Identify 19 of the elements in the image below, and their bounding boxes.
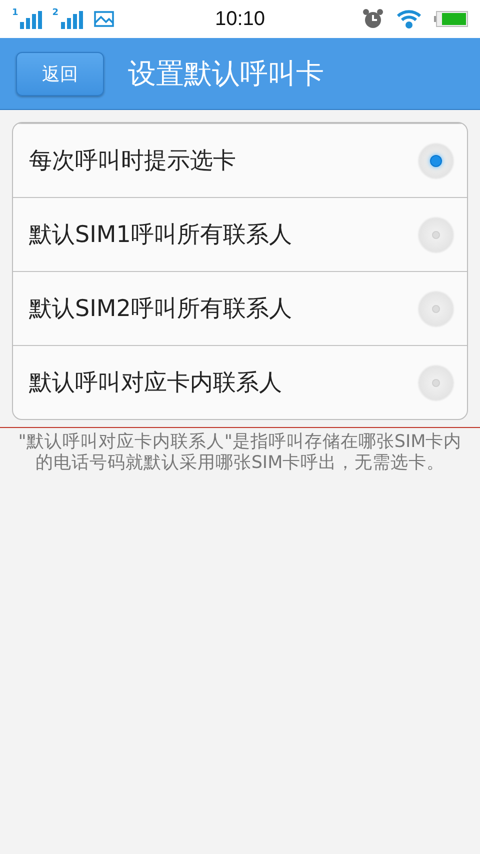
option-row[interactable]: 每次呼叫时提示选卡	[13, 123, 467, 197]
page-title: 设置默认呼叫卡	[128, 56, 324, 92]
option-label: 每次呼叫时提示选卡	[29, 147, 237, 176]
radio-button[interactable]	[419, 144, 453, 178]
wifi-icon	[396, 9, 422, 29]
picture-icon	[92, 9, 115, 29]
radio-button[interactable]	[419, 292, 453, 326]
battery-icon	[434, 11, 468, 27]
alarm-clock-icon	[362, 8, 384, 30]
option-label: 默认SIM1呼叫所有联系人	[29, 221, 293, 250]
option-label: 默认呼叫对应卡内联系人	[29, 369, 283, 398]
option-row[interactable]: 默认SIM2呼叫所有联系人	[13, 271, 467, 345]
radio-button[interactable]	[419, 366, 453, 400]
clock-time: 10:10	[214, 8, 266, 30]
option-row[interactable]: 默认呼叫对应卡内联系人	[13, 345, 467, 419]
note-text: "默认呼叫对应卡内联系人"是指呼叫存储在哪张SIM卡内的电话号码就默认采用哪张SIM卡呼出，无需选卡。	[17, 432, 463, 474]
radio-button[interactable]	[419, 218, 453, 252]
option-row[interactable]: 默认SIM1呼叫所有联系人	[13, 197, 467, 271]
option-label: 默认SIM2呼叫所有联系人	[29, 295, 293, 324]
